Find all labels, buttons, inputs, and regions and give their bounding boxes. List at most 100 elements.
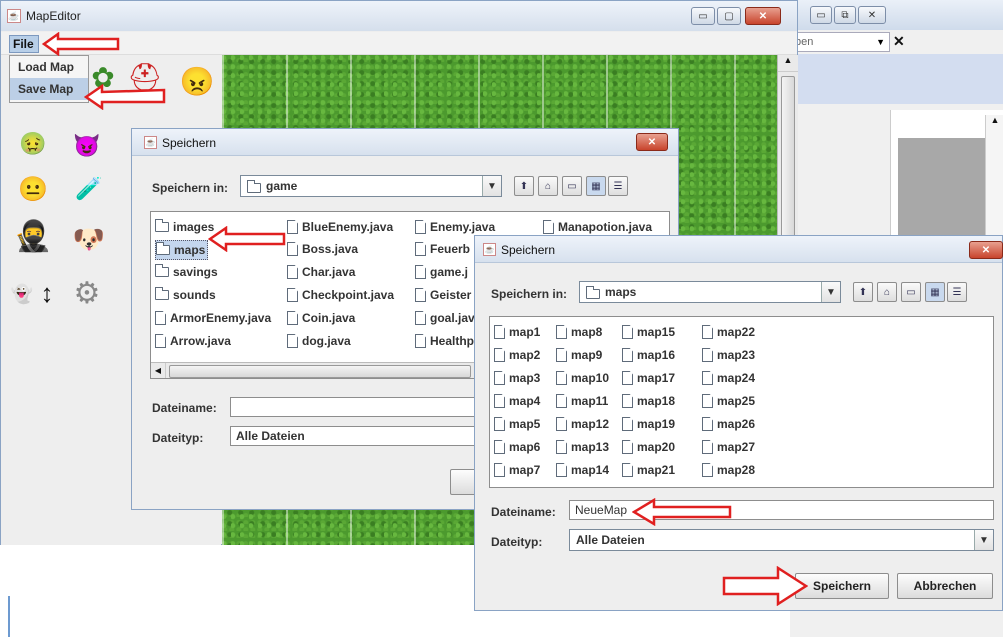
ninja-sprite-icon[interactable]: 🥷 [5,216,61,256]
file-item[interactable]: map23 [702,346,755,364]
file-item[interactable]: goal.jav [415,309,475,327]
chevron-down-icon[interactable]: ▼ [821,282,840,302]
file-item[interactable]: Coin.java [287,309,355,327]
bg-close-x-icon[interactable]: ✕ [893,33,905,50]
file-item[interactable]: dog.java [287,332,351,350]
folder-item[interactable]: maps [155,240,209,260]
folder-item[interactable]: savings [155,263,218,281]
mustache-face-sprite-icon[interactable]: 😠 [179,63,215,99]
chevron-down-icon[interactable]: ▼ [974,530,993,550]
folder-item[interactable]: images [155,218,214,236]
file-item[interactable]: map4 [494,392,540,410]
file-item[interactable]: map1 [494,323,540,341]
dialog2-close-button[interactable]: ✕ [969,241,1003,259]
file-name: map13 [571,440,610,454]
file-name: Coin.java [302,311,356,325]
home-icon[interactable]: ⌂ [538,176,558,196]
save-map-menu-item[interactable]: Save Map [10,78,88,100]
file-item[interactable]: map8 [556,323,602,341]
file-item[interactable]: map27 [702,438,755,456]
bg-restore-button[interactable]: ⧉ [834,6,856,24]
file-item[interactable]: map5 [494,415,540,433]
file-item[interactable]: map24 [702,369,755,387]
file-item[interactable]: map14 [556,461,609,479]
dialog2-save-in-combo[interactable]: maps ▼ [579,281,841,303]
new-folder-icon[interactable]: ▭ [901,282,921,302]
vertical-arrow-icon[interactable]: ↕ [37,277,57,309]
mustache-sprite-icon[interactable]: 😐 [15,171,51,207]
file-item[interactable]: Feuerb [415,240,470,258]
file-item[interactable]: Char.java [287,263,355,281]
load-map-menu-item[interactable]: Load Map [10,56,88,78]
ghost-sprite-icon[interactable]: 👻 [9,281,35,307]
up-folder-icon[interactable]: ⬆ [514,176,534,196]
main-close-button[interactable]: ✕ [745,7,781,25]
file-item[interactable]: map6 [494,438,540,456]
file-item[interactable]: Arrow.java [155,332,231,350]
scroll-left-icon[interactable]: ◀ [151,363,166,378]
file-item[interactable]: map26 [702,415,755,433]
details-view-icon[interactable]: ☰ [608,176,628,196]
file-item[interactable]: ArmorEnemy.java [155,309,271,327]
file-item[interactable]: map18 [622,392,675,410]
file-item[interactable]: map3 [494,369,540,387]
file-item[interactable]: map15 [622,323,675,341]
file-item[interactable]: map13 [556,438,609,456]
file-item[interactable]: map28 [702,461,755,479]
potion-sprite-icon[interactable]: 🧪 [71,171,107,207]
scroll-thumb[interactable] [169,365,471,378]
file-name: dog.java [302,334,351,348]
file-menu[interactable]: File [9,35,39,53]
dialog1-save-in-combo[interactable]: game ▼ [240,175,502,197]
up-folder-icon[interactable]: ⬆ [853,282,873,302]
green-face-sprite-icon[interactable]: 🤢 [15,126,51,162]
bg-close-button[interactable]: ✕ [858,6,886,24]
bg-minimize-button[interactable]: ▭ [810,6,832,24]
file-item[interactable]: map10 [556,369,609,387]
file-item[interactable]: map11 [556,392,608,410]
file-item[interactable]: BlueEnemy.java [287,218,393,236]
cancel-button[interactable]: Abbrechen [897,573,993,599]
file-item[interactable]: game.j [415,263,468,281]
file-item[interactable]: map9 [556,346,602,364]
folder-icon [156,242,170,255]
file-name: map4 [509,394,541,408]
file-item[interactable]: Boss.java [287,240,358,258]
file-item[interactable]: map20 [622,438,675,456]
file-item[interactable]: map22 [702,323,755,341]
file-item[interactable]: Manapotion.java [543,218,652,236]
file-item[interactable]: map2 [494,346,540,364]
scroll-up-icon[interactable]: ▲ [778,55,798,72]
main-maximize-button[interactable]: ▢ [717,7,741,25]
file-item[interactable]: map7 [494,461,540,479]
dialog1-close-button[interactable]: ✕ [636,133,668,151]
devil-arrow-sprite-icon[interactable]: 😈 [67,126,107,166]
file-item[interactable]: map19 [622,415,675,433]
portal-sprite-icon[interactable]: ⚙ [65,271,109,315]
new-folder-icon[interactable]: ▭ [562,176,582,196]
file-item[interactable]: map17 [622,369,675,387]
file-item[interactable]: Healthp [415,332,474,350]
file-item[interactable]: Checkpoint.java [287,286,394,304]
list-view-icon[interactable]: ▦ [586,176,606,196]
file-item[interactable]: map12 [556,415,609,433]
dialog2-filetype-select[interactable]: Alle Dateien ▼ [569,529,994,551]
file-item[interactable]: Enemy.java [415,218,495,236]
file-item[interactable]: Geister [415,286,471,304]
chevron-down-icon[interactable]: ▼ [482,176,501,196]
dog-sprite-icon[interactable]: 🐶 [71,221,107,257]
details-view-icon[interactable]: ☰ [947,282,967,302]
chevron-down-icon[interactable]: ▼ [876,33,885,51]
dialog2-file-list[interactable]: map1 map2 map3 map4 map5 map6 map7 map8 map9 map1… [489,316,994,488]
save-button[interactable]: Speichern [795,573,889,599]
folder-item[interactable]: sounds [155,286,216,304]
file-icon [622,371,633,385]
main-minimize-button[interactable]: ▭ [691,7,715,25]
file-item[interactable]: map21 [622,461,675,479]
home-icon[interactable]: ⌂ [877,282,897,302]
file-item[interactable]: map25 [702,392,755,410]
list-view-icon[interactable]: ▦ [925,282,945,302]
file-item[interactable]: map16 [622,346,675,364]
main-title: MapEditor [26,9,81,23]
bg-combo[interactable]: ben ▼ [790,32,890,52]
